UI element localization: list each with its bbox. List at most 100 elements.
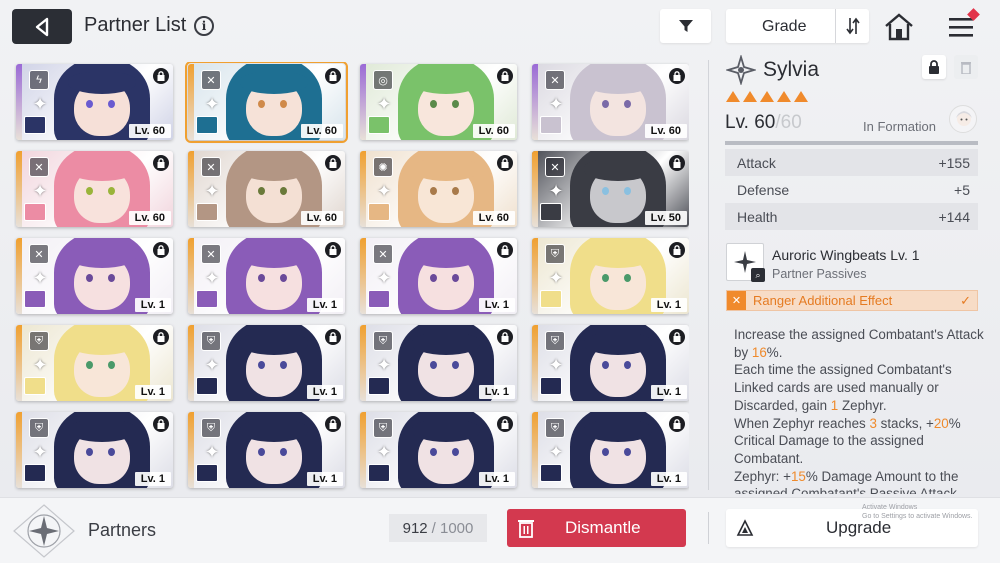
- filter-button[interactable]: [660, 9, 711, 43]
- lock-icon[interactable]: [497, 416, 513, 432]
- lock-icon[interactable]: [153, 416, 169, 432]
- upgrade-label: Upgrade: [826, 518, 892, 537]
- partner-card[interactable]: ⛨ ✦ Lv. 1: [188, 325, 345, 401]
- sort-dropdown[interactable]: Grade: [726, 9, 869, 43]
- lock-icon[interactable]: [669, 242, 685, 258]
- partner-card[interactable]: ✕ ✦ Lv. 60: [16, 151, 173, 227]
- rarity-stripe: [360, 151, 366, 227]
- partner-level-label: Lv. 1: [650, 385, 687, 399]
- lock-icon[interactable]: [325, 155, 341, 171]
- info-icon[interactable]: i: [194, 16, 214, 36]
- sort-order-toggle[interactable]: [835, 9, 869, 43]
- lock-icon[interactable]: [153, 68, 169, 84]
- passive-skill-icon[interactable]: ⌕: [726, 243, 765, 282]
- description-value: 15: [790, 468, 806, 484]
- rarity-stripe: [16, 325, 22, 401]
- lock-icon[interactable]: [497, 242, 513, 258]
- lock-icon[interactable]: [153, 155, 169, 171]
- partner-card[interactable]: ⛨ ✦ Lv. 1: [532, 412, 689, 488]
- shield-type-icon: ⛨: [201, 331, 221, 351]
- lock-icon[interactable]: [669, 416, 685, 432]
- discard-button[interactable]: [954, 55, 978, 79]
- level-max: /60: [775, 112, 802, 133]
- partners-label: Partners: [88, 520, 157, 540]
- swords-type-icon: ✕: [545, 70, 565, 90]
- shield-type-icon: ⛨: [201, 418, 221, 438]
- rarity-stripe: [188, 325, 194, 401]
- partner-card[interactable]: ✺ ✦ Lv. 60: [360, 151, 517, 227]
- partner-card[interactable]: ✕ ✦ Lv. 60: [188, 151, 345, 227]
- description-text: %.: [766, 344, 783, 360]
- partner-card[interactable]: ⛨ ✦ Lv. 1: [188, 412, 345, 488]
- lock-icon[interactable]: [669, 68, 685, 84]
- capacity-current: 912: [402, 519, 428, 537]
- lock-icon[interactable]: [669, 155, 685, 171]
- lock-icon[interactable]: [497, 155, 513, 171]
- menu-button[interactable]: [944, 8, 980, 44]
- capacity-max: / 1000: [431, 519, 474, 537]
- partner-card[interactable]: ⛨ ✦ Lv. 1: [532, 238, 689, 314]
- partner-card[interactable]: ✕ ✦ Lv. 50: [532, 151, 689, 227]
- partner-level-label: Lv. 60: [472, 124, 515, 138]
- partner-card[interactable]: ✕ ✦ Lv. 1: [16, 238, 173, 314]
- description-line: Each time the assigned Combatant's Linke…: [734, 362, 952, 412]
- lock-icon[interactable]: [153, 329, 169, 345]
- combatant-mini-avatar: [24, 116, 46, 134]
- ranger-class-icon: ✦: [32, 268, 48, 288]
- home-button[interactable]: [882, 10, 916, 44]
- description-line: Zephyr: +15% Damage Amount to the assign…: [734, 469, 968, 494]
- lock-icon[interactable]: [669, 329, 685, 345]
- partner-level-label: Lv. 1: [306, 472, 343, 486]
- ranger-class-icon: ✦: [32, 94, 48, 114]
- lock-icon[interactable]: [497, 68, 513, 84]
- partner-card[interactable]: ◎ ✦ Lv. 60: [360, 64, 517, 140]
- partner-card[interactable]: ϟ ✦ Lv. 60: [16, 64, 173, 140]
- partner-level-label: Lv. 1: [134, 385, 171, 399]
- rarity-stripe: [532, 64, 538, 140]
- lock-icon[interactable]: [325, 242, 341, 258]
- ranger-class-icon: ✦: [376, 181, 392, 201]
- filter-icon: [678, 20, 693, 32]
- ranger-class-icon: ✦: [548, 268, 564, 288]
- ranger-class-icon: ✦: [204, 442, 220, 462]
- passive-description: Increase the assigned Combatant's Attack…: [734, 326, 984, 494]
- lock-button[interactable]: [922, 55, 946, 79]
- rarity-triangle-icon: [794, 91, 808, 102]
- partner-card[interactable]: ⛨ ✦ Lv. 1: [532, 325, 689, 401]
- partner-card[interactable]: ⛨ ✦ Lv. 1: [360, 412, 517, 488]
- trash-icon: [507, 509, 545, 547]
- passive-subtitle: Partner Passives: [772, 267, 867, 281]
- ranger-class-icon: ✦: [376, 355, 392, 375]
- lock-icon[interactable]: [325, 68, 341, 84]
- ranger-class-icon: ✦: [32, 442, 48, 462]
- combatant-mini-avatar: [540, 464, 562, 482]
- lock-icon[interactable]: [325, 329, 341, 345]
- shield-type-icon: ⛨: [545, 244, 565, 264]
- partner-card[interactable]: ✕ ✦ Lv. 1: [360, 238, 517, 314]
- lock-icon[interactable]: [497, 329, 513, 345]
- formation-avatar[interactable]: [949, 105, 977, 133]
- partner-card[interactable]: ⛨ ✦ Lv. 1: [16, 412, 173, 488]
- rarity-stripe: [360, 412, 366, 488]
- partner-card[interactable]: ⛨ ✦ Lv. 1: [16, 325, 173, 401]
- description-line: When Zephyr reaches 3 stacks, +: [734, 416, 934, 431]
- partner-card[interactable]: ✕ ✦ Lv. 1: [188, 238, 345, 314]
- partner-card[interactable]: ✕ ✦ Lv. 60: [185, 62, 348, 143]
- ranger-effect-label: Ranger Additional Effect: [753, 293, 893, 308]
- partner-card[interactable]: ⛨ ✦ Lv. 1: [360, 325, 517, 401]
- partner-grid[interactable]: ϟ ✦ Lv. 60 ✕ ✦ Lv. 60 ◎ ✦ Lv. 60 ✕ ✦ Lv. 60 ✕ ✦ Lv. 60…: [14, 62, 689, 492]
- rarity-stripe: [360, 64, 366, 140]
- partner-card[interactable]: ✕ ✦ Lv. 60: [532, 64, 689, 140]
- ranger-class-icon: ✦: [32, 181, 48, 201]
- ranger-class-icon: ✦: [548, 181, 564, 201]
- watermark-line-2: Go to Settings to activate Windows.: [862, 513, 973, 520]
- rarity-stripe: [532, 325, 538, 401]
- ranger-class-icon: ✦: [204, 268, 220, 288]
- combatant-mini-avatar: [368, 290, 390, 308]
- lock-icon[interactable]: [153, 242, 169, 258]
- back-button[interactable]: [12, 9, 72, 44]
- sort-order-icon: [845, 17, 860, 35]
- shield-type-icon: ⛨: [545, 331, 565, 351]
- dismantle-button[interactable]: Dismantle: [507, 509, 686, 547]
- lock-icon[interactable]: [325, 416, 341, 432]
